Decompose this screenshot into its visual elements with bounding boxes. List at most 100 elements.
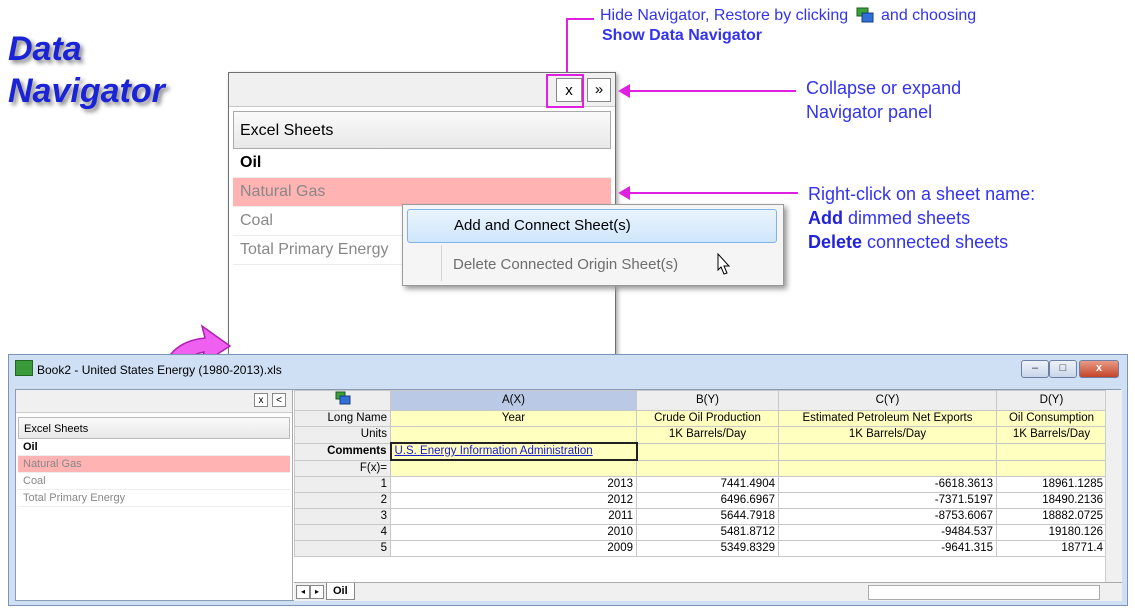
right-click-line1: Right-click on a sheet name: xyxy=(808,184,1036,204)
arrow-line xyxy=(628,192,798,194)
delete-rest: connected sheets xyxy=(867,232,1009,252)
small-sheet-item-coal[interactable]: Coal xyxy=(18,473,290,490)
row-label-comments: Comments xyxy=(294,442,391,461)
right-click-note: Right-click on a sheet name: Add dimmed … xyxy=(808,182,1035,254)
add-bold: Add xyxy=(808,208,843,228)
sheet-tab-oil[interactable]: Oil xyxy=(326,583,355,600)
sheet-item-oil[interactable]: Oil xyxy=(233,149,611,178)
collapse-navigator-button[interactable]: < xyxy=(272,393,286,407)
vertical-scrollbar[interactable] xyxy=(1105,390,1122,582)
workbook-content: x < Excel Sheets Oil Natural Gas Coal To… xyxy=(15,389,1122,601)
cell[interactable] xyxy=(390,459,637,477)
row-label-long-name: Long Name xyxy=(294,410,391,427)
cell[interactable]: Estimated Petroleum Net Exports xyxy=(778,410,997,427)
connector-line xyxy=(566,18,568,74)
minimize-button[interactable]: – xyxy=(1021,360,1049,378)
table-row: 4 2010 5481.8712 -9484.537 19180.126 xyxy=(294,524,1107,541)
cell[interactable]: 2009 xyxy=(390,540,637,557)
row-number[interactable]: 5 xyxy=(294,540,391,557)
column-header-c[interactable]: C(Y) xyxy=(778,390,997,411)
row-label-units: Units xyxy=(294,426,391,444)
cell[interactable]: 5644.7918 xyxy=(636,508,779,525)
next-sheet-button[interactable]: ▸ xyxy=(310,585,324,599)
maximize-button[interactable]: □ xyxy=(1049,360,1077,378)
cell[interactable]: -6618.3613 xyxy=(778,476,997,493)
cell[interactable]: 1K Barrels/Day xyxy=(636,426,779,444)
cell[interactable]: 5481.8712 xyxy=(636,524,779,541)
close-window-button[interactable]: x xyxy=(1079,360,1119,378)
cell[interactable]: 18771.4 xyxy=(996,540,1107,557)
cell[interactable] xyxy=(390,426,637,444)
row-number[interactable]: 4 xyxy=(294,524,391,541)
table-row: 1 2013 7441.4904 -6618.3613 18961.1285 xyxy=(294,476,1107,493)
cell[interactable]: 2012 xyxy=(390,492,637,509)
cell[interactable]: 18882.0725 xyxy=(996,508,1107,525)
cell[interactable] xyxy=(996,442,1107,461)
cell[interactable]: Oil Consumption xyxy=(996,410,1107,427)
small-sheet-item-oil[interactable]: Oil xyxy=(18,439,290,456)
cell[interactable] xyxy=(778,459,997,477)
small-sheet-item-natural-gas[interactable]: Natural Gas xyxy=(18,456,290,473)
data-navigator-panel: x < Excel Sheets Oil Natural Gas Coal To… xyxy=(16,390,293,600)
cell[interactable] xyxy=(778,442,997,461)
cell[interactable]: 1K Barrels/Day xyxy=(778,426,997,444)
cell[interactable]: 2011 xyxy=(390,508,637,525)
cell[interactable]: 19180.126 xyxy=(996,524,1107,541)
collapse-note: Collapse or expand Navigator panel xyxy=(806,76,961,124)
row-number[interactable]: 2 xyxy=(294,492,391,509)
hide-note-text: Hide Navigator, Restore by clicking xyxy=(600,7,849,24)
horizontal-scrollbar[interactable] xyxy=(868,585,1100,600)
cell[interactable]: 18961.1285 xyxy=(996,476,1107,493)
column-header-a[interactable]: A(X) xyxy=(390,390,637,411)
cell[interactable]: 5349.8329 xyxy=(636,540,779,557)
small-sheet-item-total-primary-energy[interactable]: Total Primary Energy xyxy=(18,490,290,507)
column-header-d[interactable]: D(Y) xyxy=(996,390,1107,411)
cell[interactable]: 7441.4904 xyxy=(636,476,779,493)
arrow-head xyxy=(618,84,630,98)
cell[interactable]: Year xyxy=(390,410,637,427)
cell[interactable]: 1K Barrels/Day xyxy=(996,426,1107,444)
cell[interactable] xyxy=(636,459,779,477)
table-row: 3 2011 5644.7918 -8753.6067 18882.0725 xyxy=(294,508,1107,525)
cell[interactable]: -7371.5197 xyxy=(778,492,997,509)
hide-note-text-b: and choosing xyxy=(881,7,977,24)
cell[interactable] xyxy=(636,442,779,461)
hide-navigator-note: Hide Navigator, Restore by clicking and … xyxy=(600,6,976,46)
cell[interactable]: Crude Oil Production xyxy=(636,410,779,427)
cell[interactable]: 2013 xyxy=(390,476,637,493)
table-row: 5 2009 5349.8329 -9641.315 18771.4 xyxy=(294,540,1107,557)
cell[interactable]: -8753.6067 xyxy=(778,508,997,525)
delete-bold: Delete xyxy=(808,232,863,252)
small-sheets-header: Excel Sheets xyxy=(18,417,290,439)
title-line-1: Data xyxy=(8,30,82,68)
cell[interactable]: 2010 xyxy=(390,524,637,541)
cell[interactable]: 6496.6967 xyxy=(636,492,779,509)
arrow-head xyxy=(618,186,630,200)
title-line-2: Navigator xyxy=(8,72,165,110)
add-rest: dimmed sheets xyxy=(848,208,971,228)
connector-line xyxy=(566,18,594,20)
cell[interactable] xyxy=(996,459,1107,477)
navigator-toggle-button[interactable] xyxy=(294,390,391,411)
add-connect-sheets-menu-item[interactable]: Add and Connect Sheet(s) xyxy=(407,209,777,243)
page-title: Data Navigator xyxy=(8,28,165,112)
row-label-fx: F(x)= xyxy=(294,459,391,477)
cell[interactable]: -9484.537 xyxy=(778,524,997,541)
sheets-header: Excel Sheets xyxy=(233,111,611,149)
sheet-item-natural-gas[interactable]: Natural Gas xyxy=(233,178,611,207)
collapse-note-line1: Collapse or expand xyxy=(806,78,962,98)
cell[interactable]: 18490.2136 xyxy=(996,492,1107,509)
row-number[interactable]: 1 xyxy=(294,476,391,493)
row-number[interactable]: 3 xyxy=(294,508,391,525)
comment-cell[interactable]: U.S. Energy Information Administration xyxy=(389,442,638,461)
expand-navigator-button[interactable]: » xyxy=(587,78,611,102)
prev-sheet-button[interactable]: ◂ xyxy=(296,585,310,599)
close-navigator-small-button[interactable]: x xyxy=(254,393,268,407)
worksheet-grid: A(X) B(Y) C(Y) D(Y) Long Name Year Crude… xyxy=(294,390,1122,601)
table-row: 2 2012 6496.6967 -7371.5197 18490.2136 xyxy=(294,492,1107,509)
cell[interactable]: -9641.315 xyxy=(778,540,997,557)
workbook-title: Book2 - United States Energy (1980-2013)… xyxy=(37,363,282,377)
close-button-highlight xyxy=(546,74,584,108)
column-header-b[interactable]: B(Y) xyxy=(636,390,779,411)
show-data-navigator-text: Show Data Navigator xyxy=(602,27,763,44)
